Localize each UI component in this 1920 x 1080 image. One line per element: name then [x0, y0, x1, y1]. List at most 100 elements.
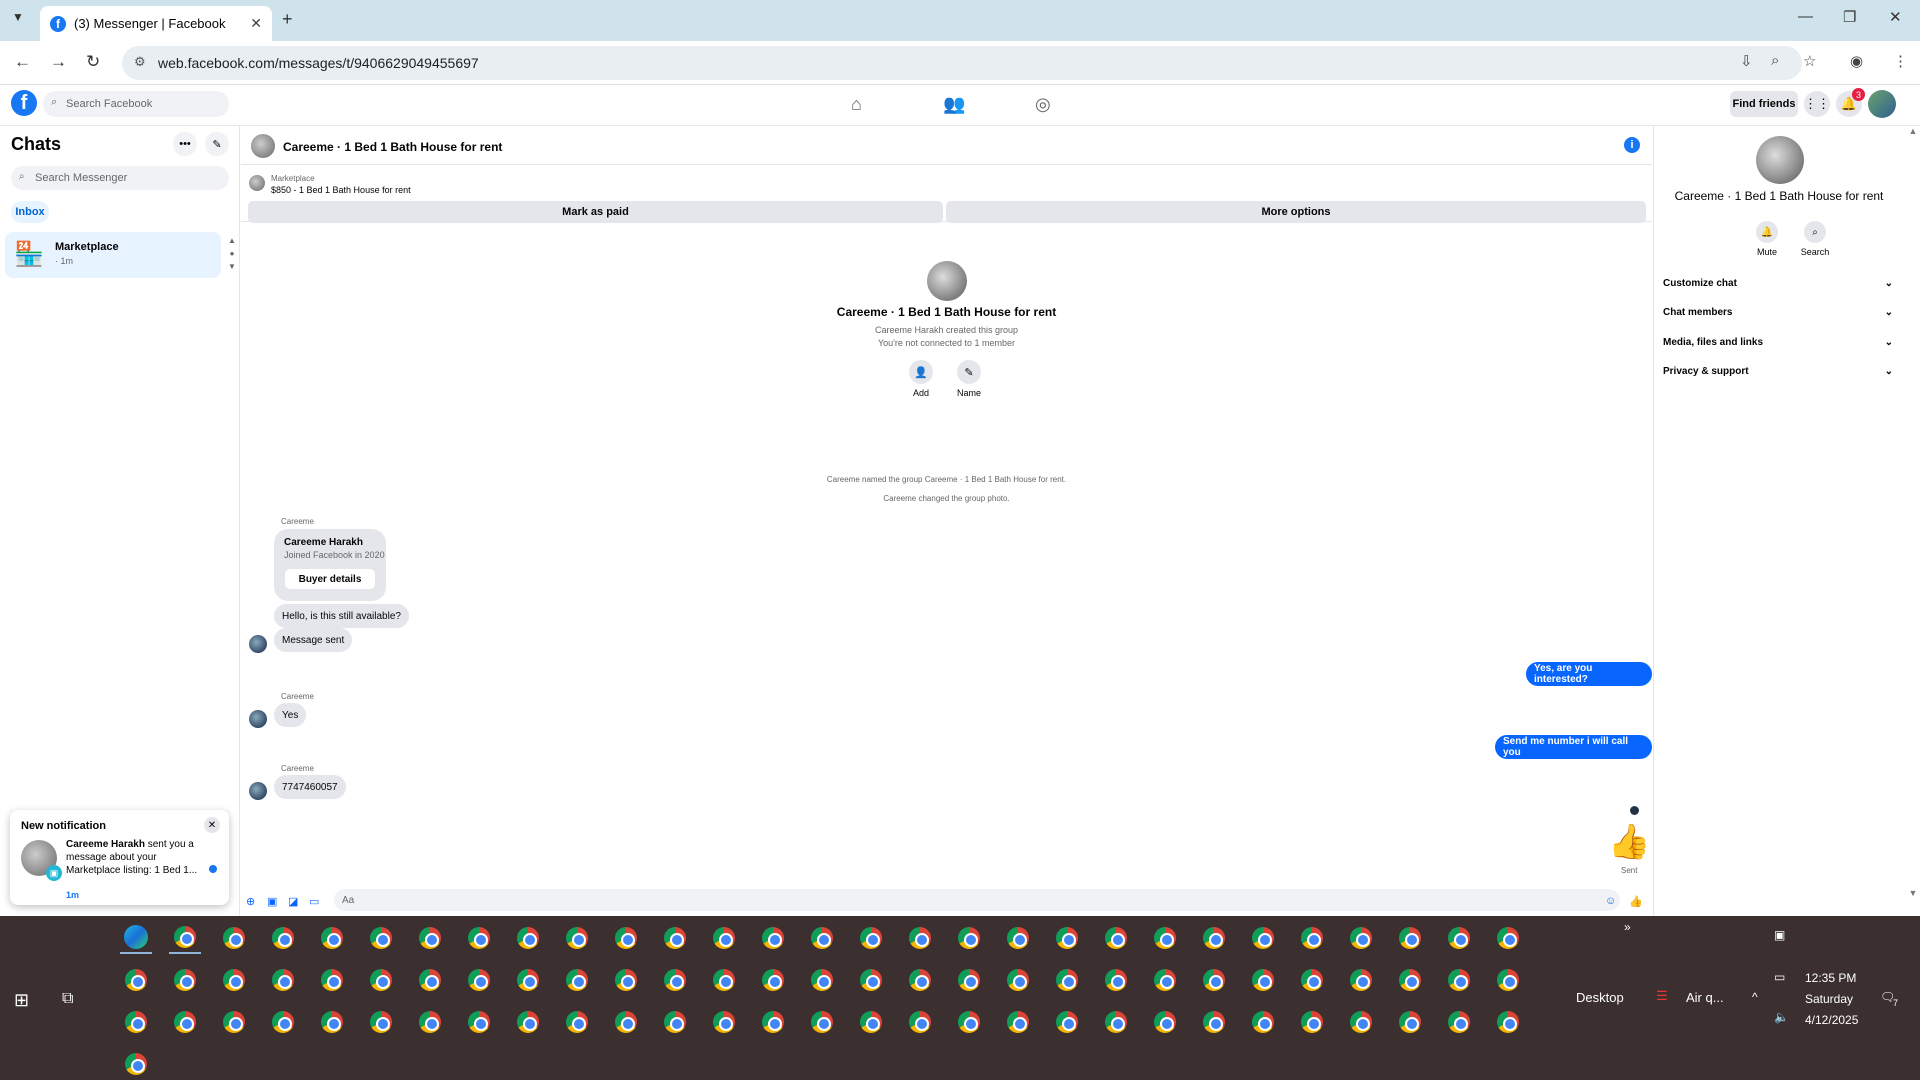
chrome-window-icon[interactable]	[855, 922, 887, 954]
chrome-window-icon[interactable]	[512, 922, 544, 954]
messenger-search-input[interactable]: ⌕ Search Messenger	[11, 166, 229, 190]
chrome-window-icon[interactable]	[316, 964, 348, 996]
chrome-window-icon[interactable]	[1345, 964, 1377, 996]
chrome-window-icon[interactable]	[1394, 1006, 1426, 1038]
chrome-window-icon[interactable]	[512, 964, 544, 996]
chrome-window-icon[interactable]	[414, 1006, 446, 1038]
sender-avatar[interactable]	[249, 635, 267, 653]
chrome-window-icon[interactable]	[1443, 922, 1475, 954]
group-avatar[interactable]	[251, 134, 275, 158]
chrome-window-icon[interactable]	[757, 964, 789, 996]
close-tab-icon[interactable]: ✕	[250, 15, 262, 32]
info-icon[interactable]: i	[1624, 137, 1640, 153]
message-bubble-outgoing[interactable]: Send me number i will call you	[1495, 735, 1652, 759]
chrome-window-icon[interactable]	[561, 964, 593, 996]
name-group-button[interactable]: ✎ Name	[944, 360, 994, 398]
profile-icon[interactable]: ◉	[1850, 52, 1863, 70]
chrome-window-icon[interactable]	[1492, 1006, 1524, 1038]
search-conversation-button[interactable]: ⌕ Search	[1795, 221, 1835, 257]
more-options-button[interactable]: More options	[946, 201, 1646, 223]
listing-title[interactable]: $850 - 1 Bed 1 Bath House for rent	[271, 185, 411, 195]
chrome-window-icon[interactable]	[1443, 964, 1475, 996]
chrome-window-icon[interactable]	[1100, 922, 1132, 954]
mark-as-paid-button[interactable]: Mark as paid	[248, 201, 943, 223]
volume-icon[interactable]: 🔈	[1774, 1010, 1789, 1024]
groups-icon[interactable]: ◎	[1035, 94, 1051, 115]
clock-day[interactable]: Saturday	[1805, 992, 1853, 1006]
sidebar-scrollbar[interactable]: ▲ ● ▼	[227, 234, 237, 274]
chrome-window-icon[interactable]	[512, 1006, 544, 1038]
chrome-window-icon[interactable]	[120, 1048, 152, 1080]
close-window-icon[interactable]: ✕	[1889, 8, 1902, 26]
chrome-window-icon[interactable]	[1002, 922, 1034, 954]
section-customize-chat[interactable]: Customize chat ⌄	[1663, 278, 1893, 289]
chrome-window-icon[interactable]	[1149, 964, 1181, 996]
facebook-logo[interactable]: f	[11, 90, 37, 116]
chrome-window-icon[interactable]	[1443, 1006, 1475, 1038]
site-info-icon[interactable]: ⚙	[134, 54, 146, 70]
section-privacy-support[interactable]: Privacy & support ⌄	[1663, 366, 1893, 377]
send-like-icon[interactable]: 👍	[1629, 895, 1643, 908]
chrome-window-icon[interactable]	[1247, 922, 1279, 954]
plus-circle-icon[interactable]: ⊕	[246, 895, 255, 908]
sticker-icon[interactable]: ◪	[288, 895, 298, 908]
chrome-window-icon[interactable]	[414, 964, 446, 996]
taskbar-overflow-icon[interactable]: »	[1624, 920, 1631, 934]
chrome-window-icon[interactable]	[169, 922, 201, 954]
chrome-window-icon[interactable]	[169, 964, 201, 996]
back-icon[interactable]: ←	[14, 52, 31, 72]
account-avatar[interactable]	[1868, 90, 1896, 118]
browser-tab-messenger[interactable]: f (3) Messenger | Facebook ✕	[40, 6, 272, 41]
section-chat-members[interactable]: Chat members ⌄	[1663, 307, 1893, 318]
conversation-title[interactable]: Careeme · 1 Bed 1 Bath House for rent	[283, 140, 502, 154]
home-icon[interactable]: ⌂	[851, 94, 862, 115]
chrome-window-icon[interactable]	[708, 922, 740, 954]
emoji-icon[interactable]: ☺	[1605, 895, 1616, 907]
section-media-files-links[interactable]: Media, files and links ⌄	[1663, 337, 1893, 348]
chrome-window-icon[interactable]	[463, 964, 495, 996]
chrome-window-icon[interactable]	[1149, 922, 1181, 954]
reload-icon[interactable]: ↻	[86, 52, 100, 72]
chrome-window-icon[interactable]	[1296, 922, 1328, 954]
new-tab-button[interactable]: +	[282, 9, 293, 30]
menu-grid-icon[interactable]: ⋮⋮	[1804, 91, 1830, 117]
chrome-window-icon[interactable]	[120, 964, 152, 996]
chrome-window-icon[interactable]	[1394, 964, 1426, 996]
chrome-window-icon[interactable]	[1051, 1006, 1083, 1038]
chrome-window-icon[interactable]	[757, 922, 789, 954]
chrome-window-icon[interactable]	[1296, 964, 1328, 996]
chrome-window-icon[interactable]	[708, 964, 740, 996]
clock-date[interactable]: 4/12/2025	[1805, 1013, 1858, 1027]
chrome-window-icon[interactable]	[463, 922, 495, 954]
chrome-window-icon[interactable]	[806, 922, 838, 954]
chrome-window-icon[interactable]	[855, 1006, 887, 1038]
chrome-window-icon[interactable]	[1492, 922, 1524, 954]
chrome-window-icon[interactable]	[1198, 1006, 1230, 1038]
chrome-window-icon[interactable]	[1100, 964, 1132, 996]
chat-list-item[interactable]: 🏪 Marketplace · 1m	[5, 232, 221, 278]
menu-kebab-icon[interactable]: ⋮	[1893, 52, 1908, 70]
chrome-window-icon[interactable]	[267, 1006, 299, 1038]
chrome-window-icon[interactable]	[1345, 922, 1377, 954]
bookmark-star-icon[interactable]: ☆	[1803, 52, 1816, 70]
facebook-search-input[interactable]: ⌕ Search Facebook	[43, 91, 229, 117]
chrome-window-icon[interactable]	[1492, 964, 1524, 996]
forward-icon[interactable]: →	[50, 52, 67, 72]
chrome-window-icon[interactable]	[120, 1006, 152, 1038]
chrome-window-icon[interactable]	[757, 1006, 789, 1038]
gif-icon[interactable]: ▭	[309, 895, 319, 908]
chrome-window-icon[interactable]	[218, 922, 250, 954]
chrome-window-icon[interactable]	[463, 1006, 495, 1038]
chrome-window-icon[interactable]	[1002, 964, 1034, 996]
sender-avatar[interactable]	[249, 782, 267, 800]
show-hidden-icons[interactable]: ^	[1752, 990, 1758, 1004]
chrome-window-icon[interactable]	[1394, 922, 1426, 954]
edge-browser-icon[interactable]	[120, 922, 152, 954]
chat-options-icon[interactable]: •••	[173, 132, 197, 156]
message-bubble-incoming[interactable]: Hello, is this still available?	[274, 604, 409, 628]
mute-button[interactable]: 🔔 Mute	[1747, 221, 1787, 257]
message-bubble-incoming[interactable]: Message sent	[274, 628, 353, 652]
network-icon[interactable]: ▭	[1774, 970, 1785, 984]
message-input[interactable]: Aa	[334, 889, 1620, 911]
chrome-window-icon[interactable]	[953, 1006, 985, 1038]
